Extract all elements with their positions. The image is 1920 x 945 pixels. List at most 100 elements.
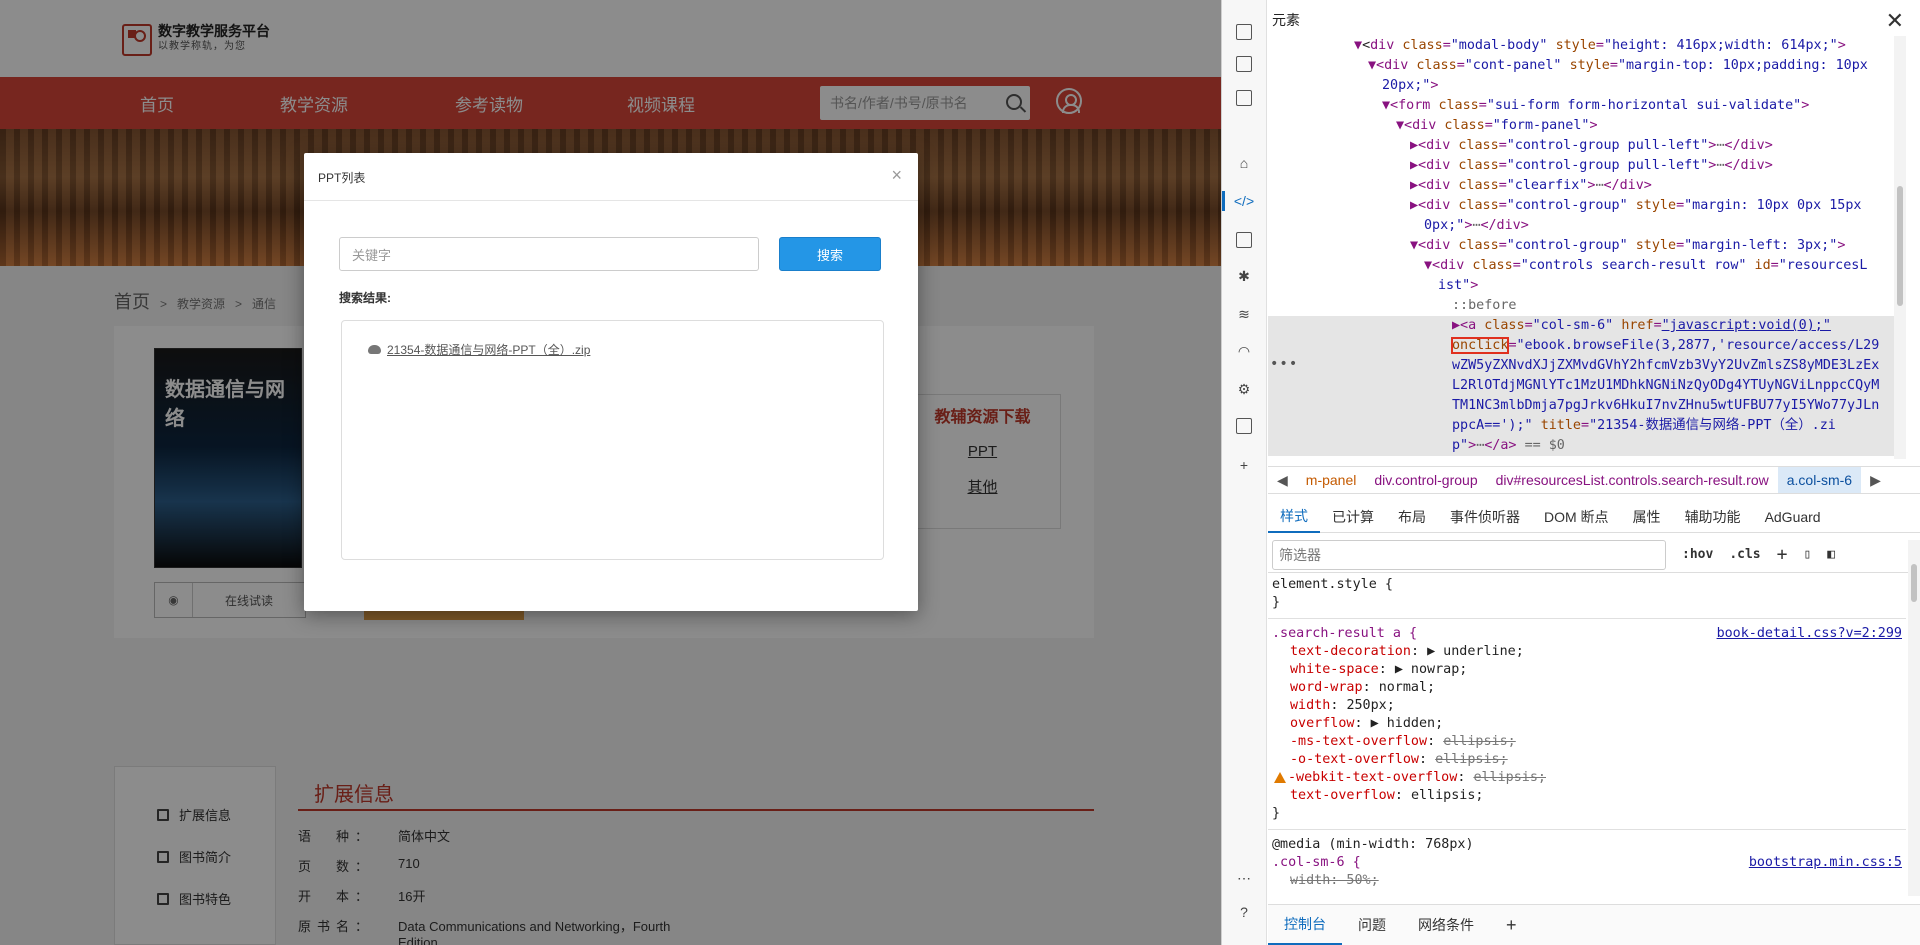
css-property[interactable]: -o-text-overflow: ellipsis; [1268, 751, 1906, 769]
css-property-value: ellipsis; [1435, 752, 1508, 767]
css-property-name: width [1290, 698, 1331, 713]
window-icon[interactable] [1234, 88, 1254, 108]
css-property[interactable]: overflow: ▶ hidden; [1268, 715, 1906, 733]
css-property-name: text-decoration [1290, 644, 1411, 659]
css-property[interactable]: text-decoration: ▶ underline; [1268, 643, 1906, 661]
dom-tree[interactable]: ▼<div class="modal-body" style="height: … [1268, 36, 1906, 459]
css-property-value: ▶ nowrap; [1394, 662, 1468, 677]
tab-issues[interactable]: 问题 [1342, 905, 1402, 945]
more-tools-icon[interactable]: ⋯ [1234, 868, 1254, 888]
dom-node[interactable]: ▶<div class="control-group pull-left">⋯<… [1268, 156, 1906, 176]
dom-breadcrumbs: ◀ m-panel div.control-group div#resource… [1268, 466, 1920, 494]
home-icon[interactable]: ⌂ [1234, 153, 1254, 173]
crumb-prev-icon[interactable]: ◀ [1268, 472, 1297, 489]
warning-icon [1274, 771, 1286, 783]
dom-node-selected[interactable]: ▶<a class="col-sm-6" href="javascript:vo… [1268, 316, 1906, 336]
ppt-list-modal: PPT列表 × 关键字 搜索 搜索结果: 21354-数据通信与网络-PPT（全… [304, 153, 918, 611]
tab-console[interactable]: 控制台 [1268, 905, 1342, 945]
devtools-title: 元素 [1272, 12, 1300, 28]
css-property[interactable]: width: 50%; [1268, 872, 1906, 890]
dom-node[interactable]: ▼<div class="form-panel"> [1268, 116, 1906, 136]
rule-source-link[interactable]: book-detail.css?v=2:299 [1717, 625, 1902, 643]
styles-scrollbar[interactable] [1908, 540, 1920, 896]
result-item[interactable]: 21354-数据通信与网络-PPT（全）.zip [368, 341, 592, 358]
add-drawer-tab-icon[interactable]: + [1490, 905, 1533, 945]
elements-icon[interactable]: </> [1222, 191, 1254, 211]
console-error-icon[interactable] [1234, 230, 1254, 250]
close-icon[interactable]: ✕ [1886, 8, 1904, 34]
rule-selector: .search-result a { [1272, 626, 1418, 641]
css-property[interactable]: -webkit-text-overflow: ellipsis; [1268, 769, 1906, 787]
css-property[interactable]: width: 250px; [1268, 697, 1906, 715]
performance-icon[interactable]: ◠ [1234, 341, 1254, 361]
dom-node[interactable]: ▼<div class="controls search-result row"… [1268, 256, 1906, 276]
crumb-item[interactable]: div.control-group [1365, 472, 1486, 488]
keyword-placeholder: 关键字 [352, 247, 392, 263]
element-style-rule[interactable]: element.style { [1268, 576, 1906, 594]
css-rule-header: .col-sm-6 { bootstrap.min.css:5 [1268, 854, 1906, 872]
class-toggle[interactable]: .cls [1729, 547, 1760, 562]
application-icon[interactable] [1234, 416, 1254, 436]
dom-node[interactable]: ▼<div class="modal-body" style="height: … [1268, 36, 1906, 56]
tab-styles[interactable]: 样式 [1268, 501, 1320, 533]
tab-properties[interactable]: 属性 [1621, 501, 1673, 533]
dom-node[interactable]: ▼<div class="control-group" style="margi… [1268, 236, 1906, 256]
dom-node: 20px;"> [1382, 78, 1439, 93]
tab-layout[interactable]: 布局 [1386, 501, 1438, 533]
hover-state-toggle[interactable]: :hov [1682, 547, 1713, 562]
keyword-input[interactable]: 关键字 [339, 237, 759, 271]
media-query: @media (min-width: 768px) [1272, 837, 1474, 852]
modal-search-button[interactable]: 搜索 [779, 237, 881, 271]
dom-node[interactable]: ▼<form class="sui-form form-horizontal s… [1268, 96, 1906, 116]
add-tool-icon[interactable]: + [1234, 455, 1254, 475]
css-property-value: ellipsis; [1410, 788, 1484, 803]
paint-icon[interactable]: ▯ [1803, 547, 1811, 562]
tab-computed[interactable]: 已计算 [1320, 501, 1386, 533]
css-property[interactable]: white-space: ▶ nowrap; [1268, 661, 1906, 679]
crumb-item-selected[interactable]: a.col-sm-6 [1777, 467, 1862, 493]
devtools-title-bar: 元素 ✕ [1268, 0, 1920, 40]
rule-selector: .col-sm-6 { [1272, 855, 1361, 870]
dom-node[interactable]: ▶<div class="control-group" style="margi… [1268, 196, 1906, 216]
dom-node-selected: L2RlOTdjMGNlYTc1MzU1MDhkNGNiNzQyODg4YTUy… [1268, 376, 1906, 396]
crumb-next-icon[interactable]: ▶ [1861, 472, 1890, 489]
results-list: 21354-数据通信与网络-PPT（全）.zip [341, 320, 884, 560]
more-options-icon[interactable]: ••• [1270, 354, 1298, 374]
dom-node[interactable]: ::before [1268, 296, 1906, 316]
browser-viewport: 数字教学服务平台 以教学称轨，为您 首页 教学资源 参考读物 视频课程 书名/作… [0, 0, 1222, 945]
css-property[interactable]: -ms-text-overflow: ellipsis; [1268, 733, 1906, 751]
result-file-link[interactable]: 21354-数据通信与网络-PPT（全）.zip [387, 341, 592, 358]
css-property[interactable]: text-overflow: ellipsis; [1268, 787, 1906, 805]
tab-accessibility[interactable]: 辅助功能 [1673, 501, 1753, 533]
styles-filter-input[interactable]: 筛选器 [1272, 539, 1666, 570]
device-emulation-icon[interactable] [1234, 54, 1254, 74]
close-icon[interactable]: × [891, 165, 902, 186]
dom-node[interactable]: ▼<div class="cont-panel" style="margin-t… [1268, 56, 1906, 76]
dom-node[interactable]: ▶<div class="control-group pull-left">⋯<… [1268, 136, 1906, 156]
crumb-item[interactable]: div#resourcesList.controls.search-result… [1487, 472, 1778, 488]
crumb-item[interactable]: m-panel [1297, 472, 1366, 488]
css-property-text: width: 50%; [1290, 873, 1379, 888]
css-property-name: overflow [1290, 716, 1355, 731]
dom-node-selected: onclick="ebook.browseFile(3,2877,'resour… [1268, 336, 1906, 356]
css-property-value: ▶ underline; [1427, 644, 1524, 659]
dom-node[interactable]: ▶<div class="clearfix">⋯</div> [1268, 176, 1906, 196]
new-rule-icon[interactable]: + [1777, 544, 1788, 565]
css-property[interactable]: word-wrap: normal; [1268, 679, 1906, 697]
sidebar-toggle-icon[interactable]: ◧ [1827, 547, 1835, 562]
bug-icon[interactable]: ✱ [1234, 266, 1254, 286]
wifi-icon[interactable]: ≋ [1234, 304, 1254, 324]
css-property-value: ▶ hidden; [1370, 716, 1444, 731]
styles-pane: element.style { } .search-result a {book… [1268, 576, 1906, 896]
tab-event-listeners[interactable]: 事件侦听器 [1438, 501, 1532, 533]
tab-dom-breakpoints[interactable]: DOM 断点 [1532, 501, 1621, 533]
rule-source-link[interactable]: bootstrap.min.css:5 [1749, 854, 1902, 872]
gear-icon[interactable]: ⚙ [1234, 379, 1254, 399]
help-icon[interactable]: ? [1234, 902, 1254, 922]
inspect-icon[interactable] [1234, 22, 1254, 42]
tab-adguard[interactable]: AdGuard [1753, 501, 1833, 533]
dom-node: ist"> [1438, 278, 1479, 293]
tab-network-conditions[interactable]: 网络条件 [1402, 905, 1490, 945]
dom-node: 0px;">⋯</div> [1424, 218, 1529, 233]
dom-scrollbar[interactable] [1894, 36, 1906, 459]
